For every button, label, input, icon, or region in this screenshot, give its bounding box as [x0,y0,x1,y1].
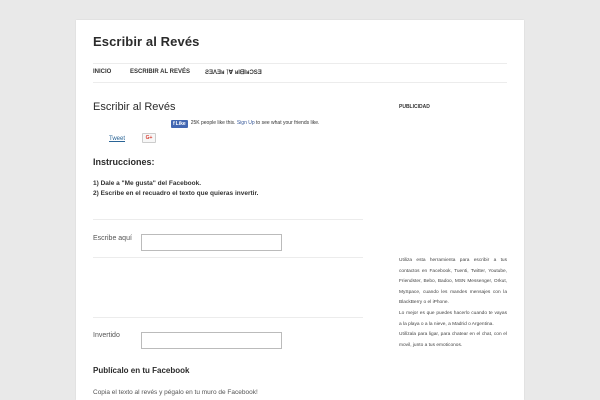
text-input-field[interactable] [141,234,282,251]
facebook-section-text: Copia el texto al revés y pégalo en tu m… [93,389,258,396]
facebook-signup-link[interactable]: Sign Up [237,120,255,126]
facebook-like-widget: f Like 25K people like this. Sign Up to … [171,120,336,128]
input-label: Escribe aquí [93,235,132,242]
sidebar-paragraph-2: Lo mejor es que puedes hacerlo cuando te… [399,310,507,327]
facebook-like-text: 25K people like this. Sign Up to see wha… [191,120,336,126]
divider [93,317,363,318]
instruction-step-1: 1) Dale a "Me gusta" del Facebook. [93,180,202,187]
main-nav: INICIO ESCRIBIR AL REVÉS ƧƎɅƎᴚ ˥Ɐ ᴚIᗺIᴚƆ… [93,63,507,83]
facebook-like-count: 25K people like this. [190,120,236,126]
divider [93,257,363,258]
facebook-section-heading: Publícalo en tu Facebook [93,366,190,375]
page-container: Escribir al Revés INICIO ESCRIBIR AL REV… [76,20,524,400]
instruction-step-2: 2) Escribe en el recuadro el texto que q… [93,189,259,197]
inverted-output-field[interactable] [141,332,282,349]
site-title[interactable]: Escribir al Revés [93,34,200,49]
facebook-signup-suffix: to see what your friends like. [256,120,320,126]
nav-item-escribir-al-reves[interactable]: ESCRIBIR AL REVÉS [130,69,190,75]
instructions-heading: Instrucciones: [93,157,155,167]
facebook-like-label: Like [175,121,186,127]
instructions-steps: 1) Dale a "Me gusta" del Facebook. 2) Es… [93,179,258,198]
divider [93,219,363,220]
sidebar-paragraph-3: Utilízala para ligar, para chatear en el… [399,332,507,348]
output-label: Invertido [93,332,120,339]
facebook-icon: f [173,121,175,127]
tweet-button[interactable]: Tweet [109,136,125,142]
entry-title: Escribir al Revés [93,101,176,113]
facebook-like-button[interactable]: f Like [171,120,188,128]
nav-item-escribir-al-reves-inverted[interactable]: ƧƎɅƎᴚ ˥Ɐ ᴚIᗺIᴚƆSƎ [205,69,262,77]
sidebar-widget-title: PUBLICIDAD [399,104,430,110]
sidebar-widget-text: Utiliza esta herramienta para escribir a… [399,256,507,351]
google-plus-button[interactable]: G+ [142,133,156,143]
nav-item-inicio[interactable]: INICIO [93,69,111,75]
sidebar-paragraph-1: Utiliza esta herramienta para escribir a… [399,258,507,306]
